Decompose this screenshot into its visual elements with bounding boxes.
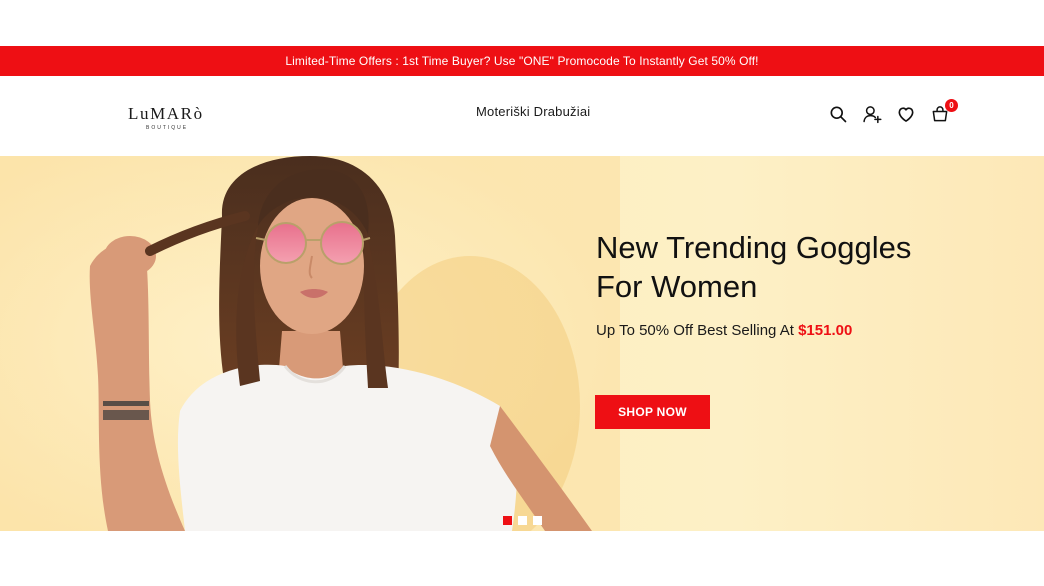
promo-text: Limited-Time Offers : 1st Time Buyer? Us… [285,54,759,68]
cart-icon[interactable]: 0 [928,99,958,126]
logo-text: LuMARò [128,104,204,123]
bottom-spacer [0,531,1044,586]
hero-subtitle-text: Up To 50% Off Best Selling At [596,322,794,339]
slider-dots [503,516,548,525]
header-icons: 0 [826,99,958,126]
nav-link-womens-clothing[interactable]: Moteriški Drabužiai [476,104,590,119]
hero-subtitle: Up To 50% Off Best Selling At $151.00 [596,322,852,339]
site-header: LuMARò BOUTIQUE Moteriški Drabužiai 0 [0,76,1044,156]
search-icon[interactable] [826,102,850,126]
logo[interactable]: LuMARò BOUTIQUE [128,104,224,134]
account-icon[interactable] [860,102,884,126]
hero-title-line2: For Women [596,269,758,304]
slider-dot-3[interactable] [533,516,542,525]
promo-bar: Limited-Time Offers : 1st Time Buyer? Us… [0,46,1044,76]
slider-dot-1[interactable] [503,516,512,525]
slider-dot-2[interactable] [518,516,527,525]
top-spacer [0,0,1044,46]
wishlist-icon[interactable] [894,102,918,126]
shop-now-button[interactable]: SHOP NOW [595,395,710,429]
hero-model-image [0,156,620,531]
hero-title-line1: New Trending Goggles [596,230,912,265]
logo-subtext: BOUTIQUE [146,125,189,131]
hero-slider: New Trending Goggles For Women Up To 50%… [0,156,1044,531]
hero-title: New Trending Goggles For Women [596,228,976,306]
cart-count-badge: 0 [945,99,958,112]
hero-price: $151.00 [798,322,853,339]
